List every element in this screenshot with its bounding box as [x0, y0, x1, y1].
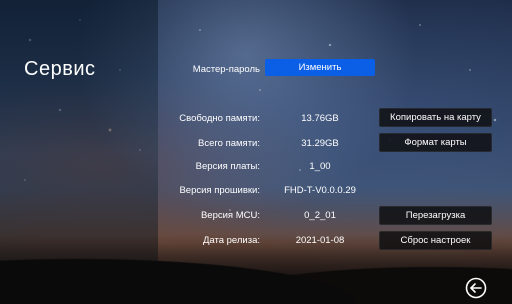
release-date-value: 2021-01-08 — [295, 235, 345, 246]
master-password-label: Мастер-пароль — [192, 64, 260, 75]
board-version-value: 1_00 — [309, 161, 331, 172]
free-memory-value: 13.76GB — [301, 113, 339, 124]
firmware-version-label: Версия прошивки: — [179, 185, 260, 196]
service-screen: Сервис Мастер-пароль Изменить Свободно п… — [0, 0, 512, 304]
firmware-version-value: FHD-T-V0.0.0.29 — [284, 185, 356, 196]
mcu-version-value: 0_2_01 — [304, 210, 336, 221]
board-version-label: Версия платы: — [195, 161, 260, 172]
total-memory-label: Всего памяти: — [198, 138, 260, 149]
change-password-button[interactable]: Изменить — [265, 59, 375, 76]
format-card-button[interactable]: Формат карты — [379, 133, 492, 152]
total-memory-value: 31.29GB — [301, 138, 339, 149]
factory-reset-button[interactable]: Сброс настроек — [379, 231, 492, 250]
release-date-label: Дата релиза: — [202, 235, 260, 246]
free-memory-label: Свободно памяти: — [179, 113, 260, 124]
mcu-version-label: Версия MCU: — [200, 210, 260, 221]
copy-to-card-button[interactable]: Копировать на карту — [379, 108, 492, 127]
page-title: Сервис — [24, 58, 96, 80]
back-arrow-circle-icon[interactable] — [465, 277, 487, 299]
reboot-button[interactable]: Перезагрузка — [379, 206, 492, 225]
